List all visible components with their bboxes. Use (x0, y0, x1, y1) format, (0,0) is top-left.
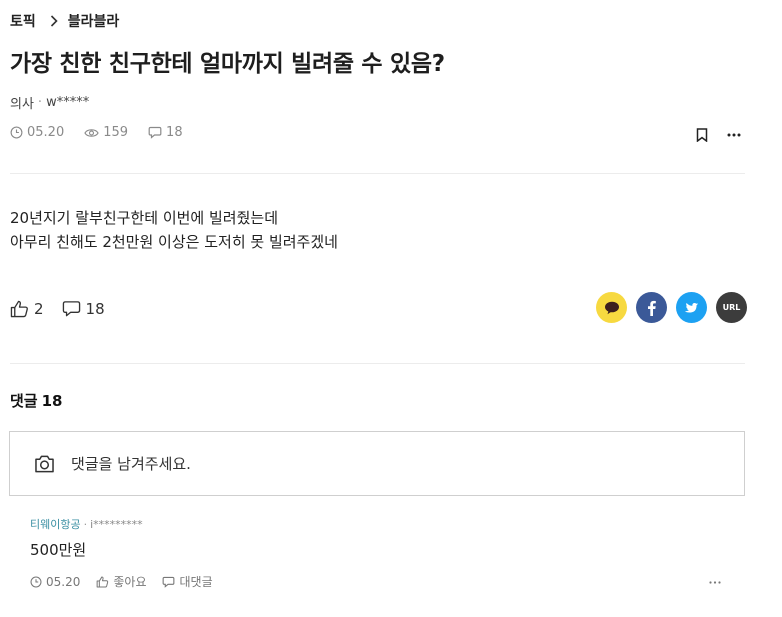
camera-icon[interactable] (34, 455, 55, 473)
url-copy-button[interactable]: URL (716, 292, 747, 323)
thumbs-up-icon (96, 575, 113, 588)
chevron-right-icon (50, 15, 58, 27)
twitter-share-button[interactable] (676, 292, 707, 323)
post-meta: 05.20 159 18 (10, 125, 203, 140)
post-views: 159 (84, 125, 128, 140)
facebook-share-button[interactable] (636, 292, 667, 323)
page-title: 가장 친한 친구한테 얼마까지 빌려줄 수 있음? (10, 51, 445, 77)
more-options-button[interactable] (724, 125, 744, 145)
more-horizontal-icon (709, 580, 721, 584)
comment-author-company: 티웨이항공 (30, 518, 81, 531)
like-button[interactable]: 2 (10, 300, 44, 318)
speech-bubble-icon (162, 576, 179, 588)
post-date: 05.20 (10, 125, 64, 140)
share-buttons: URL (596, 292, 747, 323)
comment-more-button[interactable] (706, 573, 724, 591)
comment-date: 05.20 (30, 575, 80, 589)
kakao-share-button[interactable] (596, 292, 627, 323)
more-horizontal-icon (727, 133, 741, 137)
thumbs-up-icon (10, 300, 34, 318)
comments-label: 댓글 (10, 392, 38, 410)
like-count: 2 (34, 300, 44, 318)
comments-heading: 댓글 18 (10, 390, 62, 411)
author-separator: · (37, 95, 43, 110)
post-actions (692, 125, 744, 145)
comment-like-button[interactable]: 좋아요 (96, 573, 146, 590)
breadcrumb: 토픽 블라블라 (10, 12, 119, 30)
comments-count: 18 (41, 391, 63, 410)
comment-author-separator: · (83, 517, 88, 531)
breadcrumb-root[interactable]: 토픽 (10, 11, 36, 31)
comment-author-id: i********* (90, 517, 143, 531)
comment-count: 18 (85, 300, 105, 318)
url-copy-label: URL (722, 303, 741, 312)
comment-reply-label: 대댓글 (179, 575, 213, 589)
post-body-line: 아무리 친해도 2천만원 이상은 도저히 못 빌려주겠네 (10, 233, 338, 251)
speech-bubble-icon (148, 126, 166, 139)
facebook-icon (647, 300, 656, 316)
eye-icon (84, 127, 103, 139)
post-body: 20년지기 랄부친구한테 이번에 빌려줬는데 아무리 친해도 2천만원 이상은 … (10, 206, 338, 254)
post-views-value: 159 (103, 125, 129, 140)
bookmark-button[interactable] (692, 125, 712, 145)
post-author: 의사 · w***** (10, 93, 89, 112)
speech-bubble-icon (62, 300, 86, 318)
post-comments-value: 18 (166, 125, 183, 140)
post-body-line: 20년지기 랄부친구한테 이번에 빌려줬는데 (10, 209, 278, 227)
comment-text: 500만원 (30, 541, 87, 559)
comment-author: 티웨이항공 · i********* (30, 516, 143, 532)
author-id: w***** (46, 95, 90, 110)
clock-icon (10, 126, 27, 139)
divider (10, 173, 745, 174)
comment-like-label: 좋아요 (113, 575, 147, 589)
comment-input-placeholder: 댓글을 남겨주세요. (71, 455, 191, 473)
comment-reply-button[interactable]: 대댓글 (162, 573, 213, 590)
post-date-value: 05.20 (27, 125, 65, 140)
comment-count-button[interactable]: 18 (62, 300, 105, 318)
divider (10, 363, 745, 364)
comment-input[interactable]: 댓글을 남겨주세요. (9, 431, 745, 496)
comment-date-value: 05.20 (46, 574, 81, 589)
comment-meta: 05.20 좋아요 대댓글 (30, 573, 229, 590)
twitter-icon (683, 301, 700, 315)
author-company: 의사 (10, 97, 34, 112)
post-reactions: 2 18 (10, 300, 123, 318)
clock-icon (30, 576, 46, 588)
kakao-talk-icon (604, 301, 620, 315)
breadcrumb-current[interactable]: 블라블라 (68, 11, 120, 31)
post-comments: 18 (148, 125, 183, 140)
bookmark-icon (696, 128, 708, 142)
